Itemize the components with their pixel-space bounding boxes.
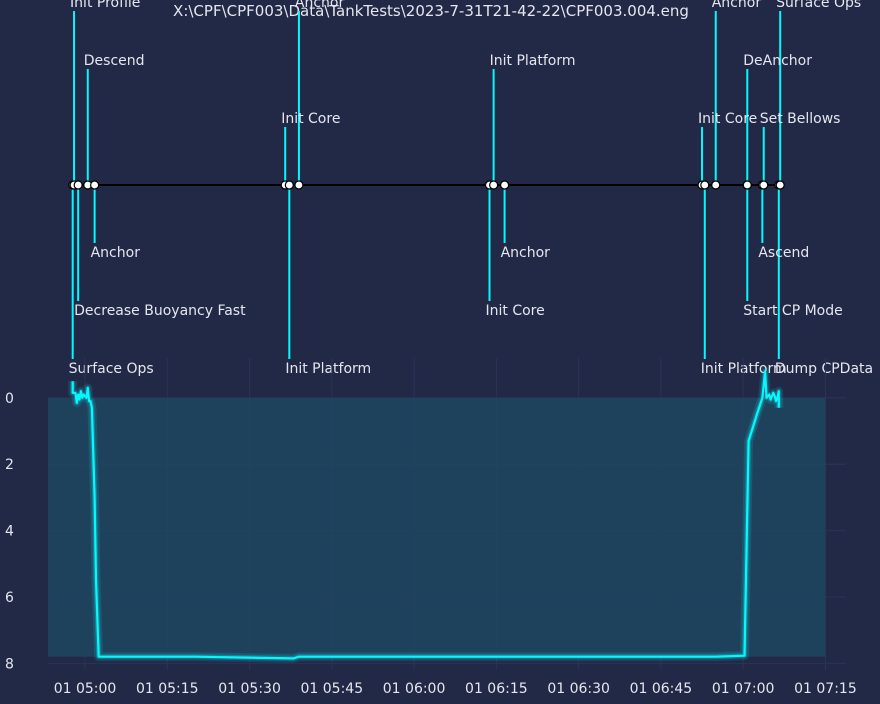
event-label: Set Bellows	[760, 111, 841, 127]
event-timeline: Surface Ops Init Profile Decrease Buoyancy…	[68, 0, 873, 377]
x-tick-label: 01 05:30	[218, 681, 281, 697]
event-marker	[284, 180, 294, 190]
event-label: Dump CPData	[775, 361, 873, 377]
y-tick-label: 4	[5, 524, 14, 540]
x-tick-label: 01 06:00	[383, 681, 446, 697]
event-label: Ascend	[758, 245, 809, 261]
event-marker	[294, 180, 304, 190]
chart-title: X:\CPF\CPF003\Data\TankTests\2023-7-31T2…	[173, 2, 689, 20]
event-label: Decrease Buoyancy Fast	[74, 303, 246, 319]
x-tick-label: 01 05:45	[301, 681, 364, 697]
event-marker	[775, 180, 785, 190]
event-label: Init Core	[486, 303, 545, 319]
event-marker	[700, 180, 710, 190]
event-label: Init Core	[698, 111, 757, 127]
area-fill	[48, 397, 826, 657]
event-label: Anchor	[712, 0, 762, 11]
event-label: Init Profile	[70, 0, 140, 11]
event-label: Start CP Mode	[743, 303, 842, 319]
y-tick-label: 2	[5, 457, 14, 473]
x-tick-label: 01 07:15	[794, 681, 857, 697]
event-label: Anchor	[295, 0, 345, 11]
event-label: Surface Ops	[69, 361, 154, 377]
event-label: Anchor	[501, 245, 551, 261]
depth-plot: 0 2 4 6 8 01 05:00 01 05:15 01 05:30 01 05:45 01 …	[5, 358, 857, 697]
event-marker	[711, 180, 721, 190]
event-label: Init Platform	[701, 361, 787, 377]
y-tick-label: 8	[5, 656, 14, 672]
event-label: Anchor	[91, 245, 141, 261]
x-tick-label: 01 07:00	[712, 681, 775, 697]
event-label: Surface Ops	[776, 0, 861, 11]
event-label: Descend	[84, 53, 145, 69]
event-label: Init Core	[281, 111, 340, 127]
event-label: DeAnchor	[743, 53, 812, 69]
y-tick-label: 6	[5, 590, 14, 606]
x-tick-label: 01 06:45	[630, 681, 693, 697]
x-tick-label: 01 05:15	[136, 681, 199, 697]
chart-svg: X:\CPF\CPF003\Data\TankTests\2023-7-31T2…	[5, 0, 873, 697]
event-label: Init Platform	[490, 53, 576, 69]
x-tick-label: 01 06:15	[465, 681, 528, 697]
y-tick-label: 0	[5, 391, 14, 407]
event-marker	[489, 180, 499, 190]
event-label: Init Platform	[285, 361, 371, 377]
event-marker	[499, 180, 510, 190]
event-marker	[90, 180, 100, 190]
event-marker	[759, 180, 769, 190]
event-marker	[73, 180, 83, 190]
event-marker	[742, 180, 752, 190]
chart-figure: X:\CPF\CPF003\Data\TankTests\2023-7-31T2…	[0, 0, 880, 700]
x-tick-label: 01 05:00	[54, 681, 117, 697]
x-tick-label: 01 06:30	[547, 681, 610, 697]
